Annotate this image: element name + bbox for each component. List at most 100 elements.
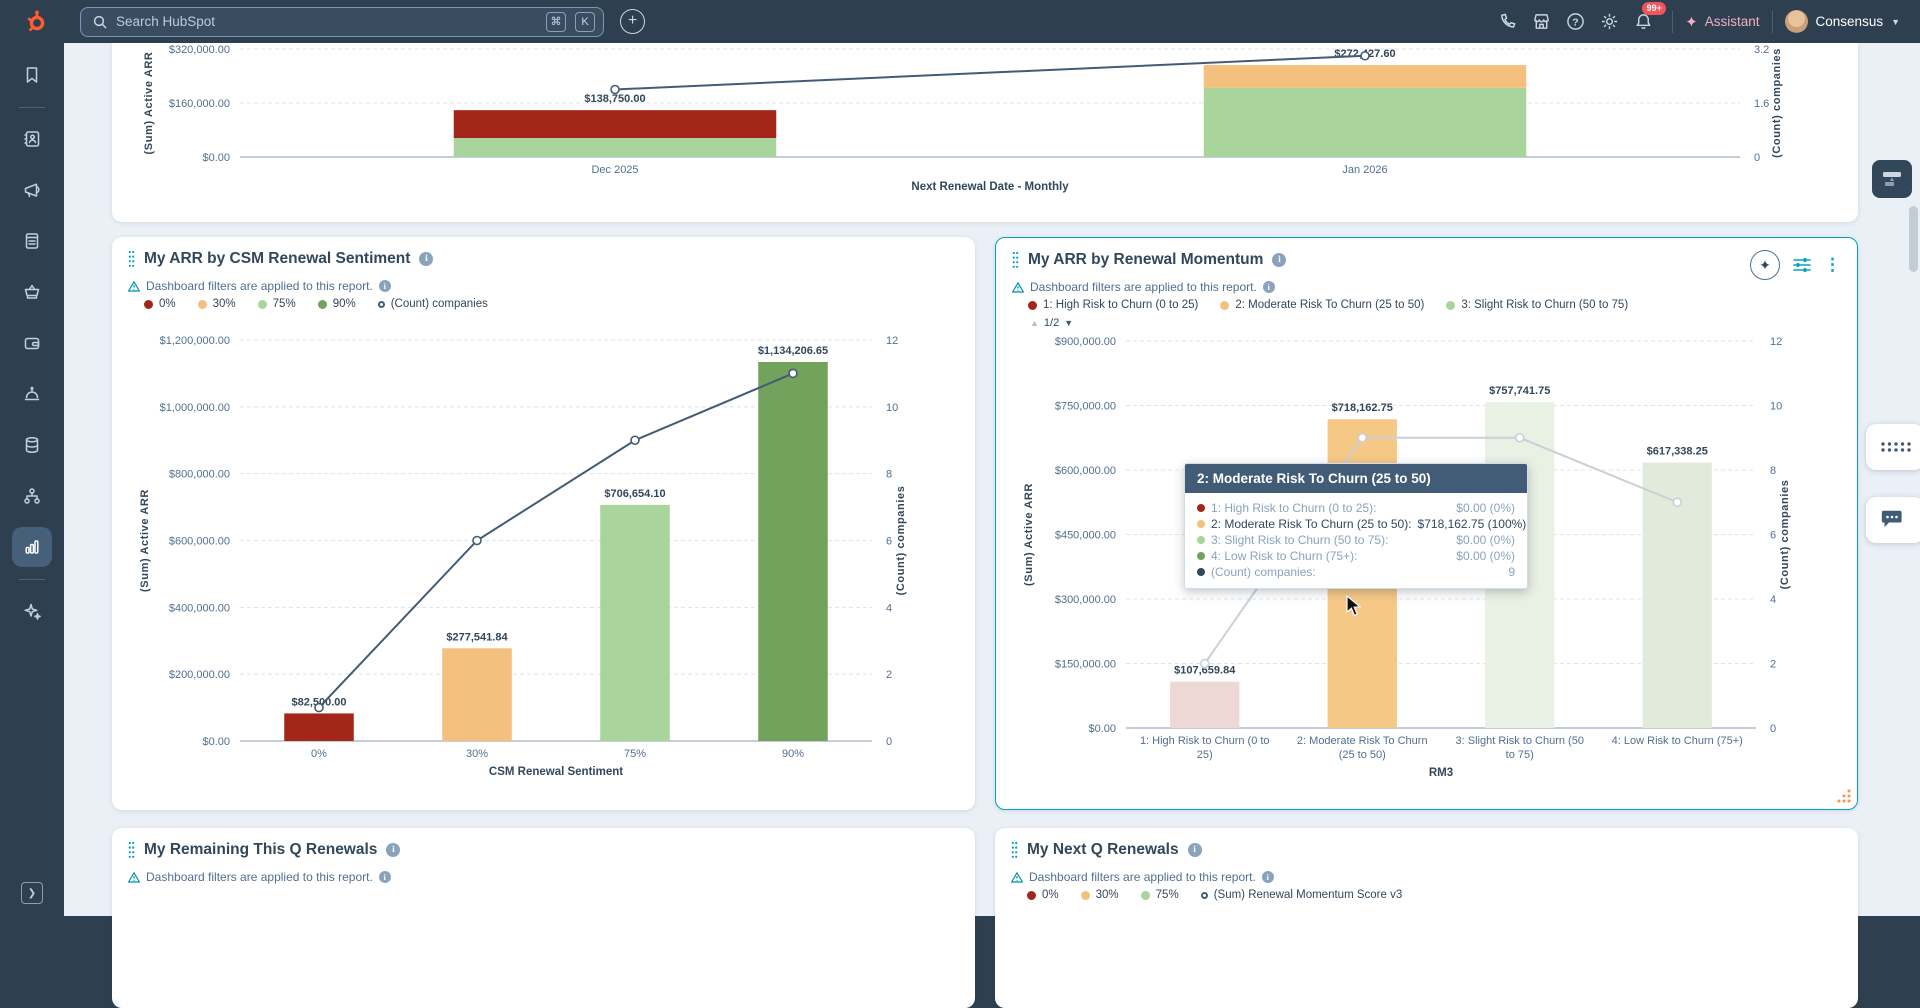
right-axis-tick-label: 0 — [886, 736, 892, 748]
csm-renewal-sentiment-chart[interactable]: $1,200,000.00$1,000,000.00$800,000.00$60… — [112, 237, 975, 810]
bar-segment[interactable] — [442, 648, 512, 741]
report-card-csm-renewal-sentiment[interactable]: My ARR by CSM Renewal Sentiment Dashboar… — [112, 237, 975, 810]
help-button[interactable]: ? — [1558, 5, 1592, 39]
bar-segment[interactable] — [758, 362, 828, 741]
legend-item[interactable]: 0% — [1027, 889, 1059, 901]
bar-value-label: $1,134,206.65 — [758, 345, 828, 357]
tooltip-series-label: 4: Low Risk to Churn (75+): — [1211, 548, 1357, 564]
next-renewal-date-chart[interactable]: $320,000.00$160,000.00$0.003.21.60$138,7… — [112, 43, 1858, 222]
phone-icon — [1498, 12, 1517, 31]
sidebar-item-payments[interactable] — [12, 323, 52, 363]
account-menu[interactable]: Consensus ▼ — [1785, 10, 1900, 33]
help-icon: ? — [1566, 12, 1585, 31]
x-axis-category-label: 4: Low Risk to Churn (75+) — [1612, 735, 1743, 747]
side-panel-tab[interactable] — [1872, 160, 1912, 198]
sidebar-item-automation[interactable] — [12, 476, 52, 516]
tooltip-body: 1: High Risk to Churn (0 to 25):$0.00 (0… — [1185, 493, 1527, 588]
bar-segment[interactable] — [284, 713, 354, 741]
legend-label: 30% — [1096, 889, 1119, 901]
topbar-divider — [1672, 11, 1673, 33]
info-icon[interactable] — [1262, 871, 1274, 883]
tooltip-row: (Count) companies:9 — [1197, 564, 1515, 580]
y-axis-tick-label: $200,000.00 — [169, 669, 230, 681]
bar-segment[interactable] — [1204, 88, 1527, 157]
x-axis-title: RM3 — [1429, 767, 1453, 779]
report-card-next-q-renewals[interactable]: My Next Q Renewals Dashboard filters are… — [995, 828, 1858, 1008]
x-axis-title: CSM Renewal Sentiment — [489, 766, 623, 778]
shortcut-k-key: K — [575, 12, 595, 32]
y-axis-tick-label: $450,000.00 — [1055, 530, 1116, 542]
megaphone-icon — [22, 180, 42, 200]
line-point[interactable] — [1358, 434, 1366, 442]
legend-label: 75% — [1156, 889, 1179, 901]
drag-handle-icon[interactable] — [1011, 841, 1018, 859]
line-point[interactable] — [473, 537, 481, 545]
report-card-next-renewal-date[interactable]: $320,000.00$160,000.00$0.003.21.60$138,7… — [112, 43, 1858, 222]
sidebar-item-crm[interactable] — [12, 119, 52, 159]
contacts-book-icon — [22, 129, 42, 149]
apps-grid-button[interactable] — [1866, 424, 1920, 470]
info-icon[interactable] — [386, 843, 400, 857]
calling-button[interactable] — [1490, 5, 1524, 39]
panel-tab-icon — [1881, 169, 1903, 189]
bar-segment[interactable] — [454, 110, 777, 138]
sidebar-item-content[interactable] — [12, 221, 52, 261]
legend-item[interactable]: 75% — [1141, 889, 1179, 901]
create-new-button[interactable] — [620, 9, 645, 34]
sidebar-item-data[interactable] — [12, 425, 52, 465]
tooltip-series-dot — [1197, 568, 1205, 576]
drag-handle-icon[interactable] — [128, 841, 135, 859]
line-point[interactable] — [315, 704, 323, 712]
bar-chart-icon — [22, 537, 42, 557]
resize-grip-icon[interactable] — [1836, 788, 1852, 804]
y-axis-tick-label: $160,000.00 — [169, 98, 230, 110]
search-placeholder: Search HubSpot — [116, 14, 537, 29]
sidebar-item-bookmarks[interactable] — [12, 55, 52, 95]
user-avatar — [1785, 10, 1808, 33]
line-point[interactable] — [789, 369, 797, 377]
chat-widget-button[interactable] — [1866, 497, 1920, 543]
storefront-icon — [1532, 12, 1551, 31]
vertical-scrollbar-thumb[interactable] — [1909, 206, 1918, 272]
line-point[interactable] — [1201, 660, 1209, 668]
bar-segment[interactable] — [1170, 682, 1239, 728]
line-point[interactable] — [1361, 52, 1369, 60]
sidebar-divider — [19, 579, 45, 580]
line-point[interactable] — [1673, 498, 1681, 506]
global-search-input[interactable]: Search HubSpot ⌘ K — [80, 7, 604, 37]
bar-segment[interactable] — [600, 505, 670, 741]
report-card-remaining-this-q[interactable]: My Remaining This Q Renewals Dashboard f… — [112, 828, 975, 1008]
sidebar-expand-button[interactable]: ❯ — [21, 882, 43, 904]
settings-button[interactable] — [1592, 5, 1626, 39]
notifications-button[interactable]: 99+ — [1626, 5, 1660, 39]
sidebar-item-ai[interactable] — [12, 591, 52, 631]
legend-item[interactable]: 30% — [1081, 889, 1119, 901]
sidebar-item-commerce[interactable] — [12, 272, 52, 312]
x-axis-category-label: 25) — [1197, 749, 1213, 761]
warning-triangle-icon — [128, 872, 140, 883]
line-point[interactable] — [611, 86, 619, 94]
tooltip-series-dot — [1197, 520, 1205, 528]
marketplace-button[interactable] — [1524, 5, 1558, 39]
legend-dot-marker — [1081, 891, 1090, 900]
x-axis-category-label: 3: Slight Risk to Churn (50 — [1456, 735, 1584, 747]
bar-segment[interactable] — [1204, 65, 1527, 88]
sidebar-item-reporting-active[interactable] — [12, 527, 52, 567]
report-card-renewal-momentum[interactable]: My ARR by Renewal Momentum Dashboard fil… — [995, 237, 1858, 810]
sidebar-item-marketing[interactable] — [12, 170, 52, 210]
bar-segment[interactable] — [454, 138, 777, 157]
right-axis-tick-label: 2 — [1770, 659, 1776, 671]
info-icon[interactable] — [1188, 843, 1202, 857]
x-axis-category-label: 2: Moderate Risk To Churn — [1297, 735, 1428, 747]
y-axis-tick-label: $150,000.00 — [1055, 659, 1116, 671]
tooltip-series-value: $0.00 (0%) — [1456, 500, 1515, 516]
hubspot-logo[interactable] — [24, 9, 50, 35]
legend-item[interactable]: (Sum) Renewal Momentum Score v3 — [1201, 889, 1403, 901]
info-icon[interactable] — [379, 871, 391, 883]
right-axis-tick-label: 6 — [886, 536, 892, 548]
line-point[interactable] — [1516, 434, 1524, 442]
line-point[interactable] — [631, 436, 639, 444]
assistant-button[interactable]: ✦ Assistant — [1685, 13, 1759, 31]
right-axis-tick-label: 10 — [1770, 401, 1782, 413]
sidebar-item-service[interactable] — [12, 374, 52, 414]
